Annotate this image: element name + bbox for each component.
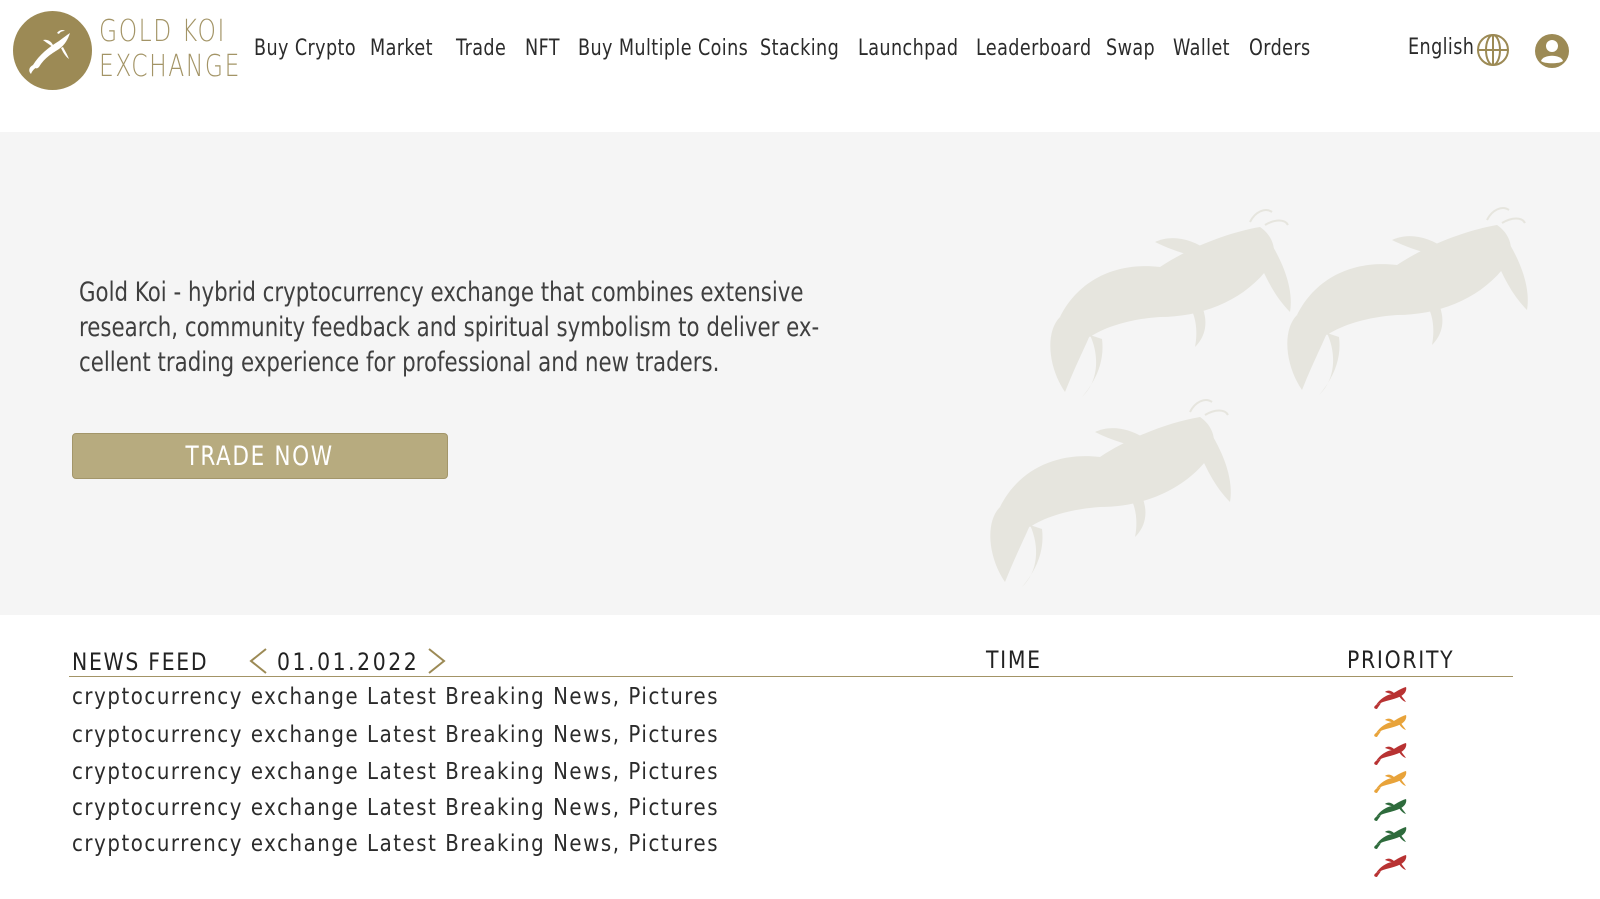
news-row[interactable]: cryptocurrency exchange Latest Breaking …	[72, 684, 719, 710]
nav-nft[interactable]: NFT	[525, 36, 560, 61]
hero-line-2: research, community feedback and spiritu…	[79, 312, 820, 343]
nav-stacking[interactable]: Stacking	[760, 36, 839, 61]
news-row[interactable]: cryptocurrency exchange Latest Breaking …	[72, 722, 719, 748]
priority-koi-icon	[1374, 799, 1407, 821]
nav-swap[interactable]: Swap	[1106, 36, 1155, 61]
user-icon[interactable]	[1534, 33, 1570, 69]
column-time: TIME	[986, 646, 1042, 674]
trade-now-button[interactable]: TRADE NOW	[72, 433, 448, 479]
hero-section: Gold Koi - hybrid cryptocurrency exchang…	[0, 132, 1600, 615]
nav-buy-crypto[interactable]: Buy Crypto	[254, 36, 356, 61]
priority-koi-icon	[1374, 715, 1407, 737]
priority-koi-icon	[1374, 827, 1407, 849]
nav-market[interactable]: Market	[370, 36, 433, 61]
koi-logo-icon	[28, 29, 70, 74]
next-date-arrow-icon[interactable]	[425, 646, 449, 676]
language-selector[interactable]: English	[1408, 35, 1474, 60]
nav-wallet[interactable]: Wallet	[1173, 36, 1230, 61]
priority-koi-icon	[1374, 743, 1407, 765]
nav-trade[interactable]: Trade	[456, 36, 506, 61]
brand-line-2: EXCHANGE	[99, 49, 241, 84]
priority-koi-icon	[1374, 771, 1407, 793]
news-date: 01.01.2022	[277, 648, 420, 676]
brand-name: GOLD KOI EXCHANGE	[99, 14, 241, 84]
priority-koi-icon	[1374, 855, 1407, 877]
logo[interactable]	[13, 11, 92, 90]
hero-line-1: Gold Koi - hybrid cryptocurrency exchang…	[79, 277, 804, 308]
news-feed-title: NEWS FEED	[72, 648, 209, 676]
nav-buy-multiple-coins[interactable]: Buy Multiple Coins	[578, 36, 748, 61]
news-row[interactable]: cryptocurrency exchange Latest Breaking …	[72, 795, 719, 821]
hero-description: Gold Koi - hybrid cryptocurrency exchang…	[79, 275, 861, 380]
hero-line-3: cellent trading experience for professio…	[79, 347, 720, 378]
header: GOLD KOI EXCHANGE Buy Crypto Market Trad…	[0, 0, 1600, 132]
globe-icon[interactable]	[1476, 33, 1510, 67]
trade-now-label: TRADE NOW	[185, 440, 335, 472]
prev-date-arrow-icon[interactable]	[246, 646, 270, 676]
news-divider	[69, 676, 1513, 677]
nav-leaderboard[interactable]: Leaderboard	[976, 36, 1092, 61]
brand-line-1: GOLD KOI	[99, 14, 226, 49]
nav-orders[interactable]: Orders	[1249, 36, 1311, 61]
news-row[interactable]: cryptocurrency exchange Latest Breaking …	[72, 831, 719, 857]
nav-launchpad[interactable]: Launchpad	[858, 36, 958, 61]
priority-koi-icon	[1374, 687, 1407, 709]
news-row[interactable]: cryptocurrency exchange Latest Breaking …	[72, 759, 719, 785]
column-priority: PRIORITY	[1347, 646, 1455, 674]
